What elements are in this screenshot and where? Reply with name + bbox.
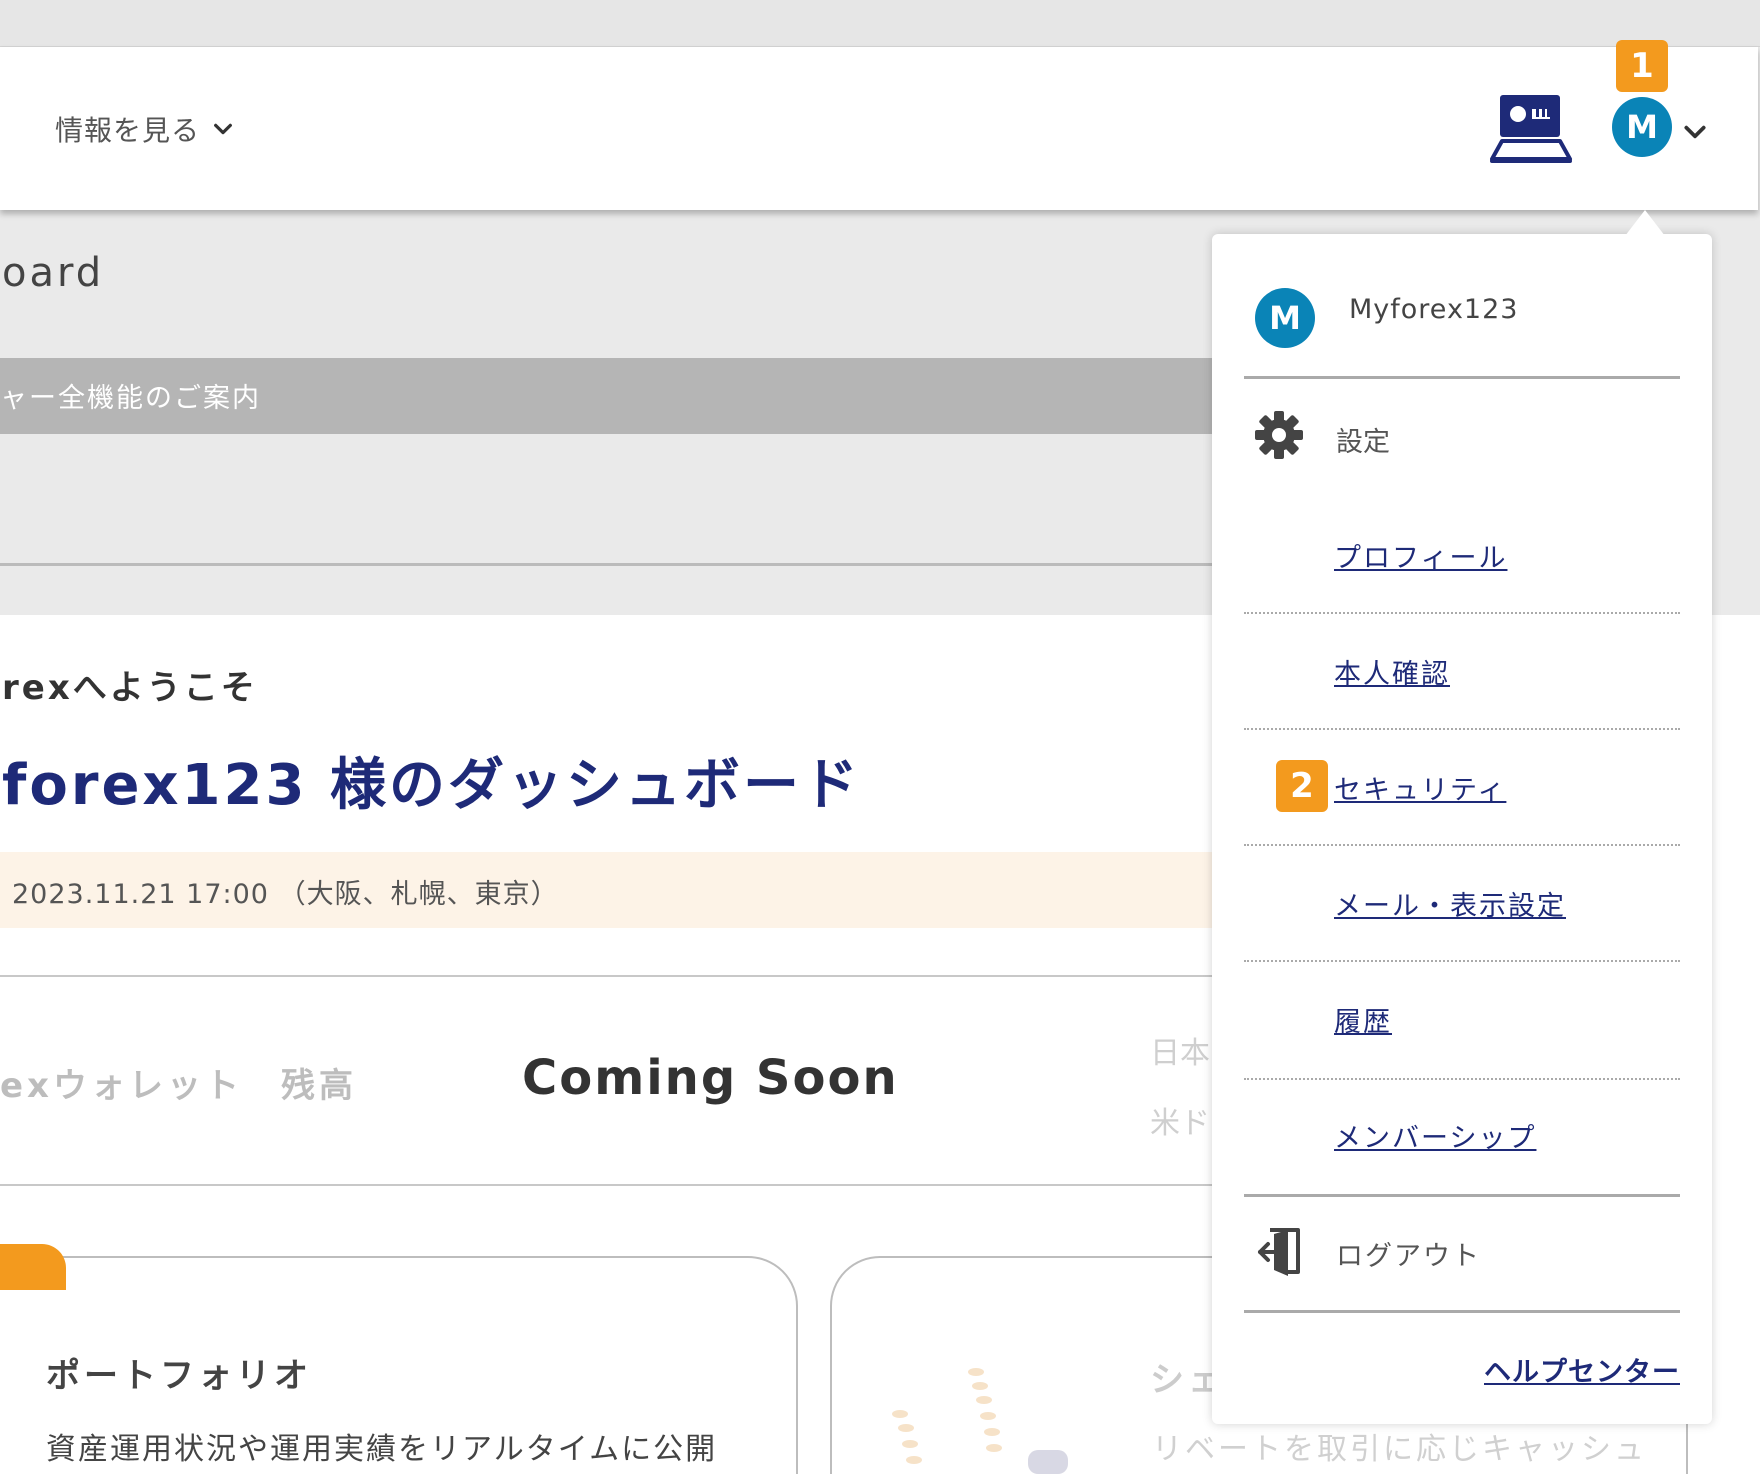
chevron-down-icon[interactable] <box>1682 119 1708 145</box>
dropdown-divider <box>1244 844 1680 846</box>
menu-item-security[interactable]: セキュリティ <box>1334 768 1506 807</box>
portfolio-description: 資産運用状況や運用実績をリアルタイムに公開 <box>46 1432 718 1467</box>
currency-usd-label: 米ド <box>1150 1106 1210 1141</box>
datetime-text: 2023.11.21 17:00 （大阪、札幌、東京） <box>12 879 559 910</box>
welcome-text: rexへようこそ <box>2 668 258 708</box>
dropdown-divider <box>1244 1194 1680 1197</box>
currency-jpy-label: 日本 <box>1150 1036 1210 1071</box>
portfolio-title: ポートフォリオ <box>46 1356 312 1396</box>
ribbon-decoration <box>0 1244 66 1290</box>
wallet-balance-label: exウォレット 残高 <box>0 1066 357 1106</box>
dashboard-heading: forex123 様のダッシュボード <box>2 753 861 818</box>
divider <box>0 975 1240 977</box>
nav-info-menu[interactable]: 情報を見る <box>55 109 234 149</box>
step-badge-2-label: 2 <box>1290 766 1314 806</box>
menu-item-mail-display-settings[interactable]: メール・表示設定 <box>1334 884 1566 923</box>
dashboard-title: oard <box>2 250 105 296</box>
browser-top-strip <box>0 0 1760 47</box>
menu-item-history[interactable]: 履歴 <box>1334 1000 1392 1039</box>
step-badge-1-label: 1 <box>1630 46 1654 86</box>
avatar-initial: M <box>1269 299 1301 337</box>
user-dropdown-menu: M Myforex123 設定 プロフィール 本人確認 2 セキュリティ メール… <box>1212 210 1712 1424</box>
step-badge-1: 1 <box>1616 40 1668 92</box>
dropdown-divider <box>1244 1310 1680 1313</box>
datetime-bar: 2023.11.21 17:00 （大阪、札幌、東京） <box>0 852 1240 928</box>
dropdown-divider <box>1244 960 1680 962</box>
dropdown-divider <box>1244 1078 1680 1080</box>
settings-label: 設定 <box>1336 427 1390 458</box>
guide-banner[interactable]: ャー全機能のご案内 <box>0 358 1240 434</box>
gear-icon <box>1255 411 1303 459</box>
dropdown-divider <box>1244 612 1680 614</box>
logout-button[interactable]: ログアウト <box>1336 1234 1481 1273</box>
menu-item-identity-verification[interactable]: 本人確認 <box>1334 652 1450 691</box>
dropdown-divider <box>1244 728 1680 730</box>
avatar: M <box>1255 288 1315 348</box>
divider <box>0 1184 1240 1186</box>
top-header: 情報を見る M <box>0 47 1758 210</box>
nav-info-label: 情報を見る <box>55 114 201 147</box>
username: Myforex123 <box>1349 294 1519 325</box>
menu-item-profile[interactable]: プロフィール <box>1334 536 1507 575</box>
share-description: リベートを取引に応じキャッシュ <box>1152 1432 1647 1467</box>
step-badge-2: 2 <box>1276 760 1328 812</box>
chevron-down-icon <box>214 123 232 135</box>
coins-illustration-icon <box>892 1368 1068 1474</box>
monitor-chart-icon[interactable] <box>1488 91 1574 167</box>
section-divider <box>0 563 1240 566</box>
menu-item-membership[interactable]: メンバーシップ <box>1334 1116 1536 1155</box>
logout-door-icon <box>1258 1228 1300 1276</box>
help-center-link[interactable]: ヘルプセンター <box>1484 1350 1680 1389</box>
guide-banner-label: ャー全機能のご案内 <box>0 383 261 414</box>
user-avatar-button[interactable]: M <box>1612 97 1672 157</box>
dropdown-divider <box>1244 376 1680 379</box>
avatar-initial: M <box>1626 108 1658 146</box>
coming-soon-text: Coming Soon <box>522 1050 899 1106</box>
